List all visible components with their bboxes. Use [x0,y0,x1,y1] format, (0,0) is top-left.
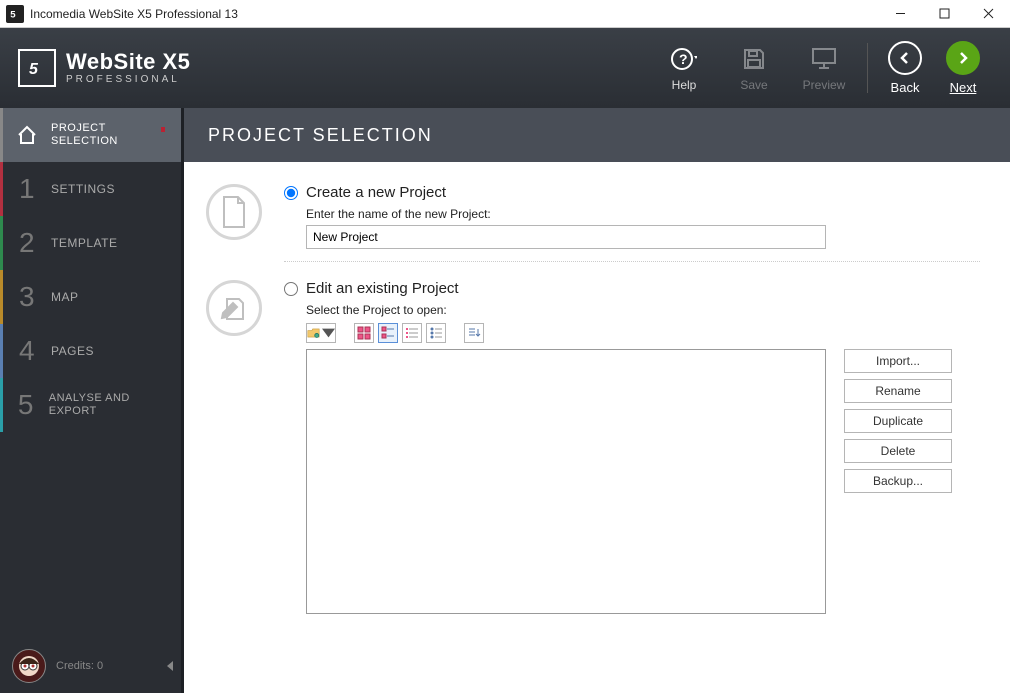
sidebar-item-template[interactable]: 2 TEMPLATE [0,216,181,270]
new-project-name-label: Enter the name of the new Project: [306,207,980,221]
duplicate-button[interactable]: Duplicate [844,409,952,433]
sidebar-item-label: PAGES [51,344,94,358]
content-body: Create a new Project Enter the name of t… [184,162,1010,693]
next-icon [946,41,980,75]
minimize-button[interactable] [878,0,922,28]
credits-label: Credits: 0 [56,660,103,672]
sidebar-item-settings[interactable]: 1 SETTINGS [0,162,181,216]
radio-create-label: Create a new Project [306,184,446,201]
sidebar-item-pages[interactable]: 4 PAGES [0,324,181,378]
svg-text:?: ? [679,51,688,67]
new-project-name-input[interactable] [306,225,826,249]
logo: 5 WebSite X5 PROFESSIONAL [18,49,190,87]
step-number: 2 [15,227,39,259]
rename-button[interactable]: Rename [844,379,952,403]
sidebar: PROJECT SELECTION 1 SETTINGS 2 TEMPLATE … [0,108,184,693]
sidebar-item-label: PROJECT SELECTION [51,122,153,148]
titlebar: 5 Incomedia WebSite X5 Professional 13 [0,0,1010,28]
sidebar-item-analyse-export[interactable]: 5 ANALYSE AND EXPORT [0,378,181,432]
sidebar-item-label: MAP [51,290,79,304]
next-button[interactable]: Next [934,41,992,95]
step-number: 3 [15,281,39,313]
sidebar-item-map[interactable]: 3 MAP [0,270,181,324]
back-label: Back [891,80,920,95]
backup-button[interactable]: Backup... [844,469,952,493]
save-button[interactable]: Save [719,45,789,92]
home-icon [15,123,39,147]
step-number: 1 [15,173,39,205]
view-titles-button[interactable] [378,323,398,343]
view-large-icons-button[interactable] [354,323,374,343]
window-title: Incomedia WebSite X5 Professional 13 [30,7,238,21]
page-title: PROJECT SELECTION [184,108,1010,162]
sidebar-item-label: ANALYSE AND EXPORT [49,392,169,418]
svg-text:5: 5 [10,9,16,19]
folder-options-button[interactable] [306,323,336,343]
save-label: Save [740,78,767,92]
help-button[interactable]: ? Help [649,45,719,92]
edit-document-icon [206,280,262,336]
save-icon [740,45,768,73]
brand-edition: PROFESSIONAL [66,75,190,85]
maximize-button[interactable] [922,0,966,28]
preview-icon [810,45,838,73]
radio-edit-input[interactable] [284,282,298,296]
radio-create-project[interactable]: Create a new Project [284,184,980,201]
project-list[interactable] [306,349,826,614]
open-project-label: Select the Project to open: [306,303,980,317]
delete-button[interactable]: Delete [844,439,952,463]
notification-dot [161,127,165,132]
close-button[interactable] [966,0,1010,28]
radio-edit-label: Edit an existing Project [306,280,459,297]
help-icon: ? [670,45,698,73]
app-icon: 5 [6,5,24,23]
new-document-icon [206,184,262,240]
collapse-sidebar-icon[interactable] [167,661,173,671]
svg-text:5: 5 [29,61,39,78]
header: 5 WebSite X5 PROFESSIONAL ? Help Save Pr… [0,28,1010,108]
view-toolbar [306,323,980,343]
view-list-button[interactable] [402,323,422,343]
back-button[interactable]: Back [876,41,934,95]
preview-button[interactable]: Preview [789,45,859,92]
action-column: Import... Rename Duplicate Delete Backup… [844,349,952,614]
brand-name: WebSite X5 [66,51,190,73]
sidebar-item-label: TEMPLATE [51,236,117,250]
sidebar-item-label: SETTINGS [51,182,115,196]
preview-label: Preview [803,78,846,92]
sidebar-footer: Credits: 0 [12,649,173,683]
step-number: 5 [15,389,37,421]
body: PROJECT SELECTION 1 SETTINGS 2 TEMPLATE … [0,108,1010,693]
radio-edit-project[interactable]: Edit an existing Project [284,280,980,297]
user-avatar[interactable] [12,649,46,683]
radio-create-input[interactable] [284,186,298,200]
back-icon [888,41,922,75]
section-create-project: Create a new Project Enter the name of t… [206,184,980,262]
sidebar-item-project-selection[interactable]: PROJECT SELECTION [0,108,181,162]
sort-button[interactable] [464,323,484,343]
logo-mark: 5 [18,49,56,87]
help-label: Help [672,78,697,92]
next-label: Next [950,80,977,95]
view-details-button[interactable] [426,323,446,343]
content: PROJECT SELECTION Create a new Project E… [184,108,1010,693]
section-edit-project: Edit an existing Project Select the Proj… [206,280,980,626]
toolbar-divider [867,43,868,93]
import-button[interactable]: Import... [844,349,952,373]
step-number: 4 [15,335,39,367]
